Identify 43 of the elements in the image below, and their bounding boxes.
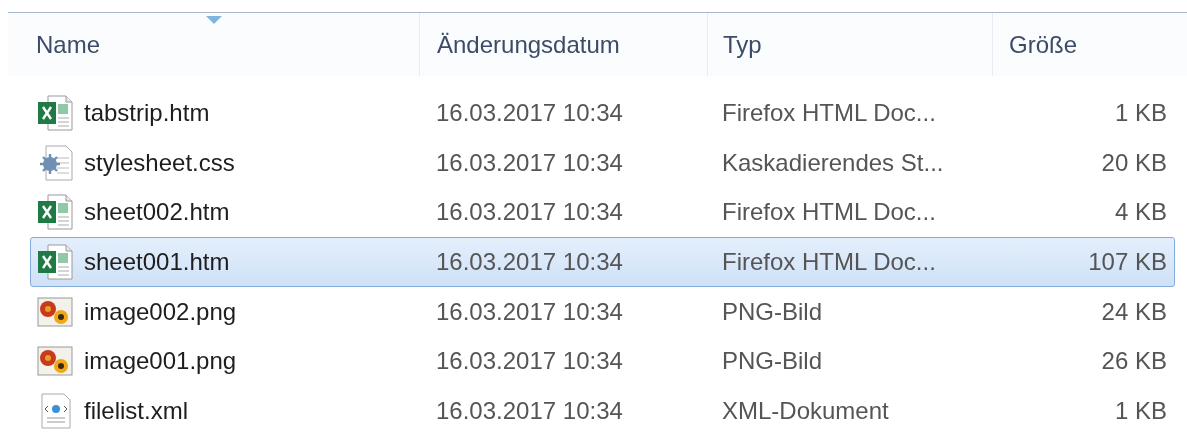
file-name: sheet001.htm [84,247,230,276]
file-name: tabstrip.htm [84,98,210,127]
file-row[interactable]: image002.png 16.03.2017 10:34 PNG-Bild 24 KB [30,286,1175,337]
file-row[interactable]: sheet001.htm 16.03.2017 10:34 Firefox HTML Doc... 107 KB [30,237,1175,287]
modified-date: 16.03.2017 10:34 [436,396,623,425]
spreadsheet-file-icon [36,242,74,281]
file-size: 26 KB [1101,347,1167,376]
file-name: filelist.xml [84,396,188,425]
file-row[interactable]: image001.png 16.03.2017 10:34 PNG-Bild 26 KB [30,336,1175,387]
column-header[interactable]: Größe [993,13,1175,76]
column-header[interactable]: Änderungsdatum [420,13,708,76]
file-type: XML-Dokument [722,396,889,425]
file-row[interactable]: sheet002.htm 16.03.2017 10:34 Firefox HTML Doc... 4 KB [30,187,1175,238]
file-type: PNG-Bild [722,297,823,326]
column-header[interactable]: Name [8,13,420,76]
column-header[interactable]: Typ [708,13,993,76]
file-size: 4 KB [1114,198,1167,227]
modified-date: 16.03.2017 10:34 [436,198,623,227]
modified-date: 16.03.2017 10:34 [436,247,623,276]
file-type: Firefox HTML Doc... [722,98,936,127]
file-row[interactable]: tabstrip.htm 16.03.2017 10:34 Firefox HTML Doc... 1 KB [30,88,1175,138]
file-name: stylesheet.css [84,148,235,177]
file-type: Firefox HTML Doc... [722,198,936,227]
file-row[interactable]: filelist.xml 16.03.2017 10:34 XML-Dokument 1 KB [30,386,1175,436]
file-size: 20 KB [1101,148,1167,177]
file-name: image001.png [84,347,237,376]
file-name: sheet002.htm [84,198,230,227]
modified-date: 16.03.2017 10:34 [436,297,623,326]
sort-arrow-icon [205,16,222,24]
file-size: 1 KB [1114,396,1167,425]
file-size: 107 KB [1088,247,1167,276]
modified-date: 16.03.2017 10:34 [436,148,623,177]
file-name: image002.png [84,297,237,326]
file-type: PNG-Bild [722,347,823,376]
spreadsheet-file-icon [36,193,74,232]
file-type: Kaskadierendes St... [722,148,944,177]
file-size: 24 KB [1101,297,1167,326]
file-row[interactable]: stylesheet.css 16.03.2017 10:34 Kaskadierendes St... 20 KB [30,137,1175,188]
file-size: 1 KB [1114,98,1167,127]
spreadsheet-file-icon [36,93,74,132]
modified-date: 16.03.2017 10:34 [436,347,623,376]
modified-date: 16.03.2017 10:34 [436,98,623,127]
file-type: Firefox HTML Doc... [722,247,936,276]
